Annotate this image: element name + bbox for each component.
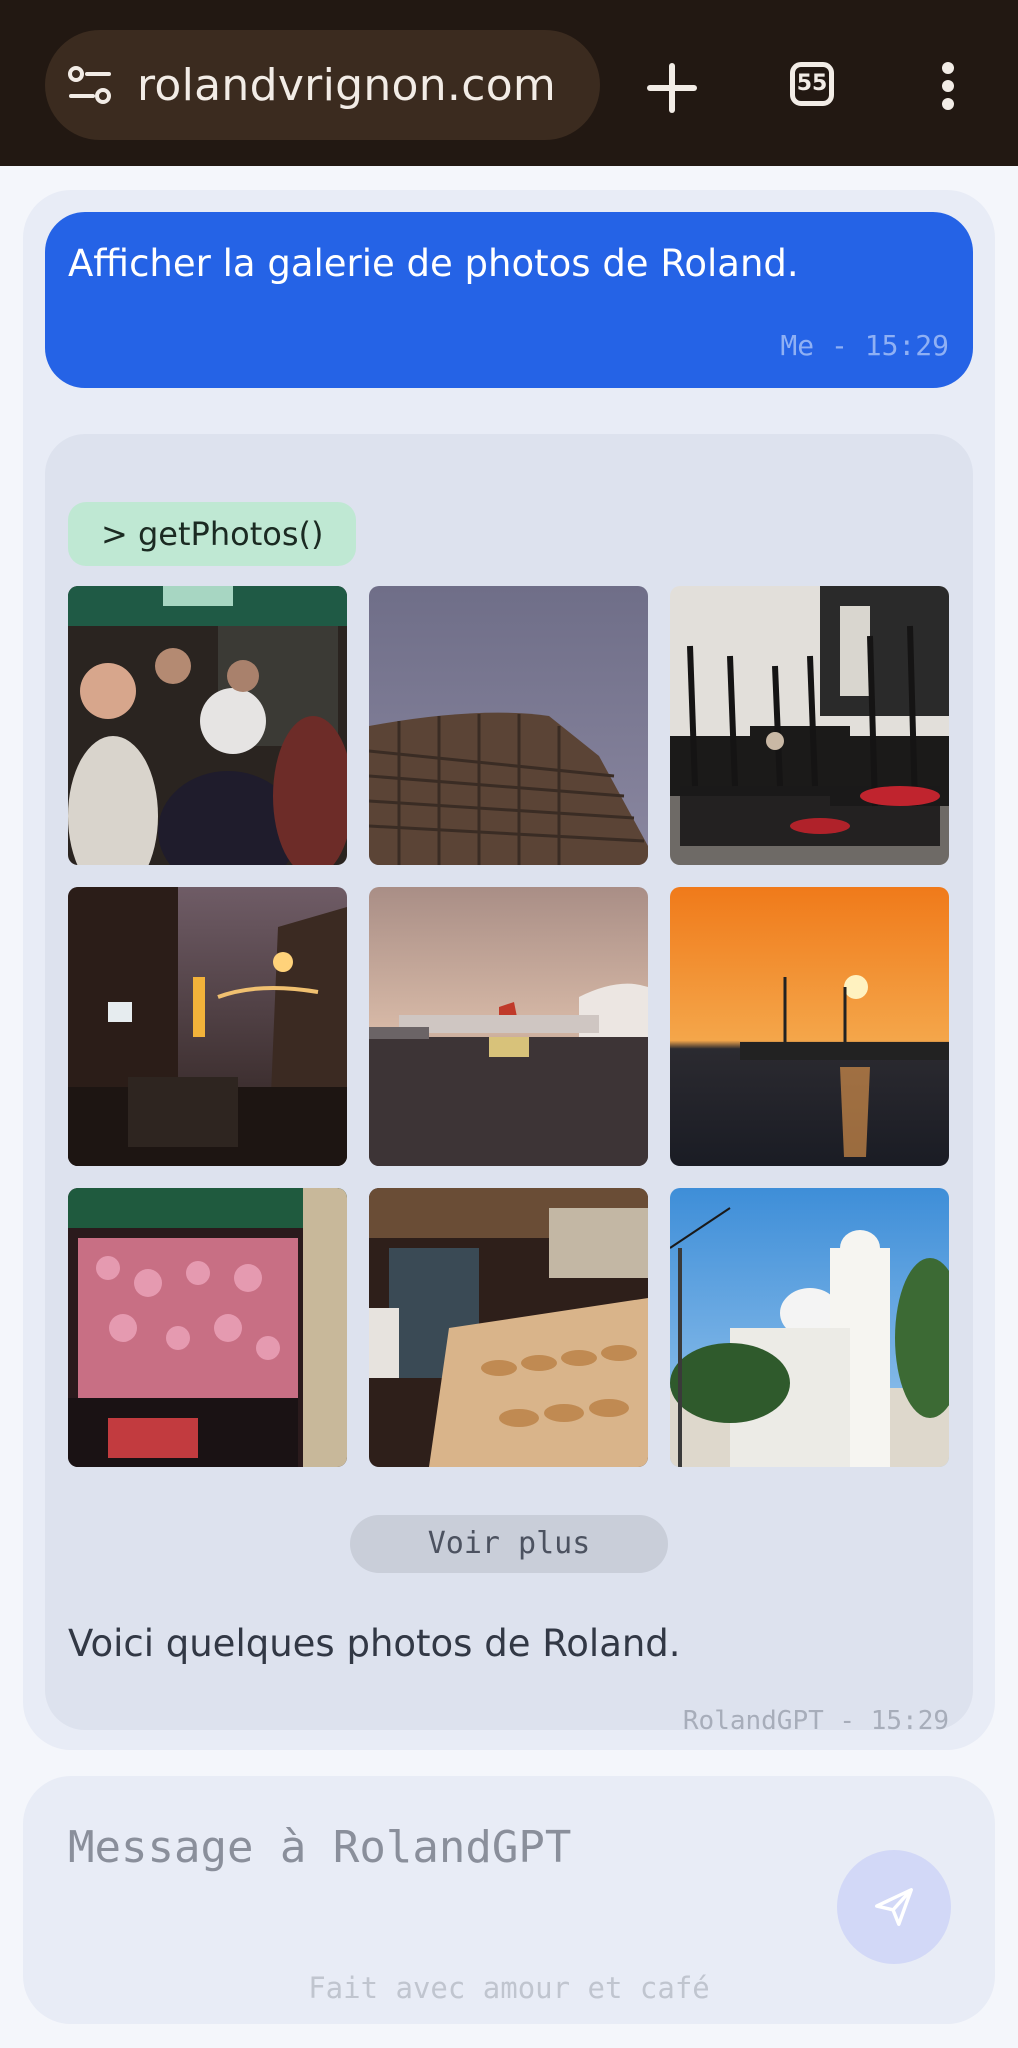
photo-fairground-stall[interactable] <box>68 1188 347 1467</box>
address-bar[interactable]: rolandvrignon.com <box>45 30 600 140</box>
assistant-message-bubble: > getPhotos() Voir plus Voici quelques p… <box>45 434 973 1730</box>
photo-cafe-chairs[interactable] <box>670 586 949 865</box>
tab-switcher-button[interactable]: 55 <box>790 62 834 106</box>
message-input[interactable] <box>66 1816 830 1878</box>
photo-party-crowd[interactable] <box>68 586 347 865</box>
tool-call-chip: > getPhotos() <box>68 502 357 566</box>
photo-apartment-tower[interactable] <box>369 586 648 865</box>
more-menu-icon[interactable] <box>940 60 956 112</box>
photo-night-street[interactable] <box>68 887 347 1166</box>
url-text[interactable]: rolandvrignon.com <box>137 60 556 111</box>
photo-white-church[interactable] <box>670 1188 949 1467</box>
photo-gallery <box>68 586 950 1467</box>
photo-airport-tarmac[interactable] <box>369 887 648 1166</box>
assistant-message-text: Voici quelques photos de Roland. <box>68 1622 681 1665</box>
photo-bakery-counter[interactable] <box>369 1188 648 1467</box>
send-button[interactable] <box>837 1850 951 1964</box>
footer-text: Fait avec amour et café <box>308 1971 710 2005</box>
see-more-button[interactable]: Voir plus <box>350 1515 668 1573</box>
send-icon <box>875 1888 913 1926</box>
site-settings-icon[interactable] <box>67 63 113 107</box>
assistant-message-meta: RolandGPT - 15:29 <box>682 1706 949 1730</box>
message-composer: Fait avec amour et café <box>23 1776 995 2024</box>
user-message-text: Afficher la galerie de photos de Roland. <box>68 242 799 285</box>
user-message-meta: Me - 15:29 <box>780 329 949 362</box>
user-message-bubble: Afficher la galerie de photos de Roland.… <box>45 212 973 388</box>
browser-toolbar: rolandvrignon.com 55 <box>0 0 1018 166</box>
photo-sea-sunset[interactable] <box>670 887 949 1166</box>
new-tab-icon[interactable] <box>646 62 698 114</box>
